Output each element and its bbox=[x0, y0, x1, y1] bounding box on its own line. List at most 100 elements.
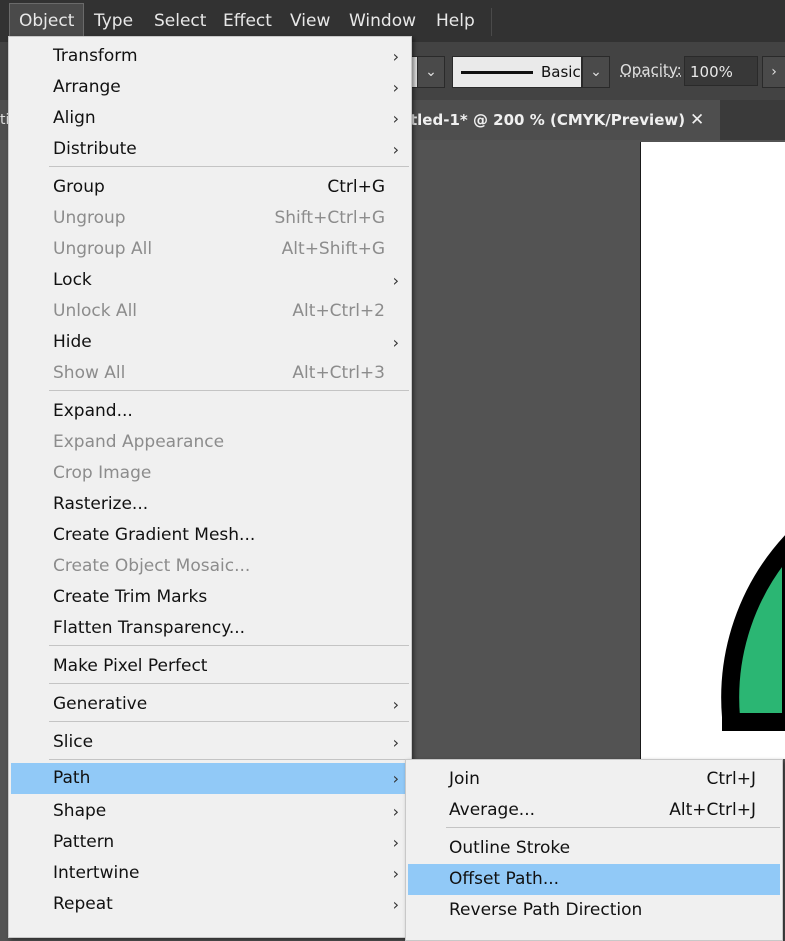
menu-item-label: Slice bbox=[53, 732, 94, 752]
menu-item-arrange[interactable]: Arrange › bbox=[11, 72, 409, 103]
menu-item-repeat[interactable]: Repeat › bbox=[11, 889, 409, 920]
green-semicircle[interactable] bbox=[721, 535, 785, 731]
menu-item-ungroup: Ungroup Shift+Ctrl+G bbox=[11, 203, 409, 234]
menu-item-label: Rasterize... bbox=[53, 494, 149, 514]
menu-help[interactable]: Help bbox=[427, 4, 484, 38]
menu-item-shape[interactable]: Shape › bbox=[11, 796, 409, 827]
submenu-item-average[interactable]: Average... Alt+Ctrl+J bbox=[408, 795, 780, 826]
menu-item-label: Path bbox=[53, 768, 91, 788]
menu-item-rasterize[interactable]: Rasterize... bbox=[11, 489, 409, 520]
menu-item-label: Lock bbox=[53, 270, 92, 290]
menu-item-lock[interactable]: Lock › bbox=[11, 265, 409, 296]
stroke-weight-dropdown[interactable]: ⌄ bbox=[417, 56, 445, 88]
menu-item-label: Average... bbox=[449, 800, 536, 820]
chevron-right-icon: › bbox=[392, 895, 399, 914]
menu-item-label: Create Gradient Mesh... bbox=[53, 525, 256, 545]
menu-separator bbox=[49, 683, 409, 684]
menu-item-group[interactable]: Group Ctrl+G bbox=[11, 172, 409, 203]
chevron-right-icon: › bbox=[392, 109, 399, 128]
menu-item-gradient-mesh[interactable]: Create Gradient Mesh... bbox=[11, 520, 409, 551]
submenu-item-join[interactable]: Join Ctrl+J bbox=[408, 764, 780, 795]
menu-item-label: Outline Stroke bbox=[449, 838, 571, 858]
menu-item-label: Create Trim Marks bbox=[53, 587, 208, 607]
menu-item-label: Repeat bbox=[53, 894, 113, 914]
artboard[interactable] bbox=[641, 142, 785, 759]
menu-object[interactable]: Object bbox=[8, 3, 85, 39]
menu-item-crop-image: Crop Image bbox=[11, 458, 409, 489]
menu-item-shortcut: Alt+Ctrl+J bbox=[669, 800, 756, 820]
menu-item-expand-appearance: Expand Appearance bbox=[11, 427, 409, 458]
menu-item-expand[interactable]: Expand... bbox=[11, 396, 409, 427]
stroke-style-label: Basic bbox=[541, 63, 581, 81]
menu-item-object-mosaic: Create Object Mosaic... bbox=[11, 551, 409, 582]
path-submenu: Join Ctrl+J Average... Alt+Ctrl+J Outline … bbox=[405, 759, 783, 941]
menu-item-label: Expand Appearance bbox=[53, 432, 225, 452]
menu-window[interactable]: Window bbox=[340, 4, 425, 38]
artwork-shape[interactable] bbox=[641, 142, 785, 759]
chevron-right-icon: › bbox=[392, 733, 399, 752]
menu-item-label: Show All bbox=[53, 363, 126, 383]
chevron-right-icon: › bbox=[771, 64, 777, 80]
menu-item-label: Ungroup All bbox=[53, 239, 153, 259]
submenu-item-outline-stroke[interactable]: Outline Stroke bbox=[408, 833, 780, 864]
menu-item-label: Make Pixel Perfect bbox=[53, 656, 208, 676]
opacity-label[interactable]: Opacity: bbox=[620, 61, 682, 79]
menu-item-intertwine[interactable]: Intertwine › bbox=[11, 858, 409, 889]
menu-item-label: Reverse Path Direction bbox=[449, 900, 643, 920]
menu-item-shortcut: Alt+Shift+G bbox=[281, 239, 385, 259]
menu-item-label: Intertwine bbox=[53, 863, 140, 883]
menu-item-label: Distribute bbox=[53, 139, 137, 159]
chevron-right-icon: › bbox=[392, 271, 399, 290]
menu-item-show-all: Show All Alt+Ctrl+3 bbox=[11, 358, 409, 389]
menu-item-trim-marks[interactable]: Create Trim Marks bbox=[11, 582, 409, 613]
chevron-right-icon: › bbox=[392, 140, 399, 159]
opacity-more-button[interactable]: › bbox=[762, 56, 785, 88]
menu-item-label: Transform bbox=[53, 46, 138, 66]
menu-bar-divider bbox=[491, 8, 492, 36]
menu-item-path[interactable]: Path › bbox=[11, 763, 409, 794]
menu-item-shortcut: Alt+Ctrl+2 bbox=[292, 301, 385, 321]
submenu-item-reverse-path-direction[interactable]: Reverse Path Direction bbox=[408, 895, 780, 926]
menu-item-shortcut: Alt+Ctrl+3 bbox=[292, 363, 385, 383]
menu-item-label: Group bbox=[53, 177, 105, 197]
chevron-right-icon: › bbox=[392, 833, 399, 852]
chevron-right-icon: › bbox=[392, 695, 399, 714]
submenu-item-offset-path[interactable]: Offset Path... bbox=[408, 864, 780, 895]
menu-separator bbox=[49, 390, 409, 391]
menu-item-label: Shape bbox=[53, 801, 107, 821]
chevron-right-icon: › bbox=[392, 78, 399, 97]
chevron-down-icon: ⌄ bbox=[425, 64, 437, 80]
menu-item-label: Create Object Mosaic... bbox=[53, 556, 251, 576]
menu-separator bbox=[49, 166, 409, 167]
menu-type[interactable]: Type bbox=[85, 4, 142, 38]
menu-item-pixel-perfect[interactable]: Make Pixel Perfect bbox=[11, 651, 409, 682]
menu-item-flatten-transparency[interactable]: Flatten Transparency... bbox=[11, 613, 409, 644]
chevron-right-icon: › bbox=[392, 864, 399, 883]
menu-view[interactable]: View bbox=[281, 4, 339, 38]
menu-item-pattern[interactable]: Pattern › bbox=[11, 827, 409, 858]
menu-item-label: Join bbox=[449, 769, 480, 789]
stroke-style-dropdown[interactable]: ⌄ bbox=[582, 56, 610, 88]
opacity-input[interactable]: 100% bbox=[684, 56, 758, 86]
document-tab-title[interactable]: tled-1* @ 200 % (CMYK/Preview) bbox=[410, 100, 685, 140]
menu-select[interactable]: Select bbox=[145, 4, 215, 38]
stroke-style-picker[interactable]: Basic bbox=[452, 56, 582, 88]
menu-item-transform[interactable]: Transform › bbox=[11, 41, 409, 72]
menu-item-ungroup-all: Ungroup All Alt+Shift+G bbox=[11, 234, 409, 265]
menu-item-slice[interactable]: Slice › bbox=[11, 727, 409, 758]
menu-item-label: Unlock All bbox=[53, 301, 138, 321]
chevron-right-icon: › bbox=[392, 769, 399, 788]
menu-separator bbox=[49, 759, 409, 760]
menu-item-hide[interactable]: Hide › bbox=[11, 327, 409, 358]
menu-item-distribute[interactable]: Distribute › bbox=[11, 134, 409, 165]
menu-item-align[interactable]: Align › bbox=[11, 103, 409, 134]
menu-item-label: Offset Path... bbox=[449, 869, 560, 889]
menu-item-label: Crop Image bbox=[53, 463, 152, 483]
menu-item-label: Generative bbox=[53, 694, 148, 714]
close-icon[interactable]: ✕ bbox=[690, 100, 704, 140]
menu-separator bbox=[49, 721, 409, 722]
menu-item-label: Ungroup bbox=[53, 208, 126, 228]
menu-item-generative[interactable]: Generative › bbox=[11, 689, 409, 720]
menu-item-label: Pattern bbox=[53, 832, 115, 852]
menu-effect[interactable]: Effect bbox=[214, 4, 281, 38]
